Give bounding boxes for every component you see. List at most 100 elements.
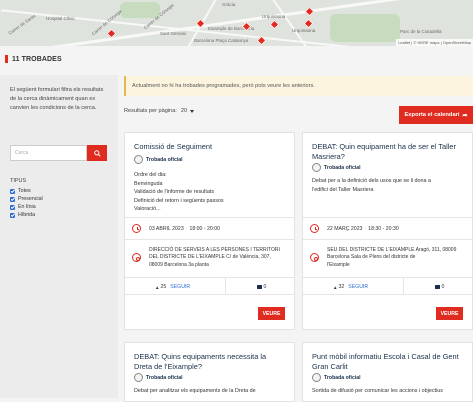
event-card: Punt mòbil informatiu Escola i Casal de …: [302, 342, 473, 402]
follow-button[interactable]: SEGUIR: [170, 284, 190, 290]
description-line: Definició del retorn i següents passos: [134, 197, 224, 204]
event-date-row: 22 MARÇ 2023 · 18:30 - 20:30: [303, 217, 472, 239]
share-arrow-icon: ➦: [462, 112, 468, 119]
map-marker-icon[interactable]: [304, 6, 315, 17]
official-badge: Trobada oficial: [134, 155, 183, 164]
description-line: Debat per a la definició dels usos que s…: [312, 178, 431, 184]
event-address-row: SEU DEL DISTRICTE DE L'EIXAMPLE Aragó, 3…: [303, 239, 472, 275]
view-event-button[interactable]: VEURE: [436, 307, 463, 320]
event-address-row: DIRECCIÓ DE SERVEIS A LES PERSONES I TER…: [125, 239, 294, 275]
type-filter-title: TIPUS: [10, 178, 27, 184]
location-pin-icon: [310, 253, 319, 262]
type-option-label: Presencial: [18, 196, 43, 202]
time-value: 18:00 - 20:00: [189, 226, 221, 232]
checkbox-checked-icon[interactable]: [10, 196, 15, 202]
filter-sidebar: El següent formulari filtra els resultat…: [0, 75, 118, 398]
event-actions: ▲ 32 SEGUIR 0: [303, 277, 472, 295]
no-upcoming-notice: Actualment no hi ha trobades programades…: [124, 76, 473, 96]
event-description: Debat per a la definició dels usos que s…: [312, 177, 472, 194]
map-marker-icon[interactable]: [303, 18, 314, 29]
event-card: DEBAT: Quins equipaments necessita la Dr…: [124, 342, 295, 402]
map-marker-icon[interactable]: [269, 19, 280, 30]
description-line: Ordre del dia:: [134, 172, 167, 178]
description-line: Validació de l'informe de resultats: [134, 189, 215, 196]
event-title[interactable]: DEBAT: Quins equipaments necessita la Dr…: [134, 352, 282, 372]
per-page-select[interactable]: Resultats per pàgina: 20: [124, 108, 195, 114]
type-option-label: Híbrida: [18, 212, 36, 218]
badge-label: Trobada oficial: [146, 156, 183, 163]
type-option-in-person[interactable]: Presencial: [10, 195, 43, 203]
type-option-online[interactable]: En línia: [10, 203, 43, 211]
results-count: 11 TROBADES: [5, 53, 62, 65]
view-event-button[interactable]: VEURE: [258, 307, 285, 320]
clock-icon: [132, 224, 141, 233]
badge-label: Trobada oficial: [146, 374, 183, 381]
export-calendar-label: Exporta el calendari: [404, 112, 460, 118]
map-label: Urquinaona: [262, 14, 286, 19]
badge-label: Trobada oficial: [324, 374, 361, 381]
event-title[interactable]: Punt mòbil informatiu Escola i Casal de …: [312, 352, 470, 372]
address-line: 08009 Barcelona 3a planta: [149, 261, 209, 268]
export-calendar-button[interactable]: Exporta el calendari ➦: [399, 106, 473, 124]
description-line: Benvinguda: [134, 180, 163, 187]
event-description: Debat per analitzar els equipaments de l…: [134, 387, 294, 396]
comment-icon: [257, 285, 262, 289]
event-date-row: 03 ABRIL 2023 · 18:00 - 20:00: [125, 217, 294, 239]
description-line: Debat per analitzar els equipaments de l…: [134, 388, 256, 394]
results-count-label: 11 TROBADES: [12, 55, 62, 63]
event-title[interactable]: DEBAT: Quin equipament ha de ser el Tall…: [312, 142, 470, 162]
event-date: 22 MARÇ 2023 · 18:30 - 20:30: [327, 226, 399, 232]
description-line: Sortida de difusió per comunicar les acc…: [312, 388, 443, 394]
avatar: [312, 373, 321, 382]
time-value: 18:30 - 20:30: [368, 226, 399, 232]
follow-count: 25: [160, 284, 167, 290]
comments-count[interactable]: 0: [257, 284, 266, 290]
address-line: l'Eixample: [327, 261, 350, 268]
location-pin-icon: [132, 253, 141, 262]
date-value: 22 MARÇ 2023: [327, 226, 363, 232]
official-badge: Trobada oficial: [134, 373, 183, 382]
type-option-all[interactable]: Totes: [10, 187, 43, 195]
type-option-label: En línia: [18, 204, 36, 210]
event-description: Ordre del dia: Benvinguda Validació de l…: [134, 171, 279, 214]
description-line: l'edifici del Taller Masriera: [312, 186, 374, 193]
event-address: DIRECCIÓ DE SERVEIS A LES PERSONES I TER…: [149, 247, 280, 269]
description-line: Valoració...: [134, 206, 161, 213]
chevron-down-icon[interactable]: [190, 109, 195, 113]
comments-count[interactable]: 0: [435, 284, 444, 290]
follow-count: 32: [338, 284, 345, 290]
map-attribution[interactable]: Leaflet | © HERE maps | OpenStreetMap: [396, 39, 473, 46]
avatar: [134, 155, 143, 164]
follow-action[interactable]: ▲ 25 SEGUIR: [155, 284, 190, 290]
address-line: DIRECCIÓ DE SERVEIS A LES PERSONES I TER…: [149, 247, 280, 253]
action-divider: [403, 278, 404, 294]
clock-icon: [310, 224, 319, 233]
search-button[interactable]: [87, 145, 107, 161]
per-page-value[interactable]: 20: [181, 108, 187, 114]
follow-button[interactable]: SEGUIR: [348, 284, 368, 290]
follow-up-icon: ▲: [333, 284, 338, 290]
avatar: [134, 373, 143, 382]
badge-label: Trobada oficial: [324, 164, 361, 171]
type-option-hybrid[interactable]: Híbrida: [10, 211, 43, 219]
follow-up-icon: ▲: [155, 284, 160, 290]
address-line: SEU DEL DISTRICTE DE L'EIXAMPLE Aragó, 3…: [327, 247, 457, 253]
checkbox-checked-icon[interactable]: [10, 204, 15, 210]
event-date: 03 ABRIL 2023 · 18:00 - 20:00: [149, 226, 221, 232]
checkbox-checked-icon[interactable]: [10, 188, 15, 194]
event-title[interactable]: Comissió de Seguiment: [134, 142, 282, 152]
search-input[interactable]: [10, 145, 87, 161]
events-map[interactable]: Carrer de Sants Hospital Clínic Carrer d…: [0, 0, 473, 46]
follow-action[interactable]: ▲ 32 SEGUIR: [333, 284, 368, 290]
map-label: Sant Gervasi: [160, 31, 187, 36]
checkbox-checked-icon[interactable]: [10, 212, 15, 218]
comments-value: 0: [263, 284, 267, 290]
map-label: Parc de la Ciutadella: [400, 29, 442, 34]
search-form: [10, 145, 107, 161]
official-badge: Trobada oficial: [312, 163, 361, 172]
avatar: [312, 163, 321, 172]
date-value: 03 ABRIL 2023: [149, 226, 184, 232]
official-badge: Trobada oficial: [312, 373, 361, 382]
type-option-label: Totes: [18, 188, 31, 194]
filter-intro: El següent formulari filtra els resultat…: [10, 87, 104, 111]
